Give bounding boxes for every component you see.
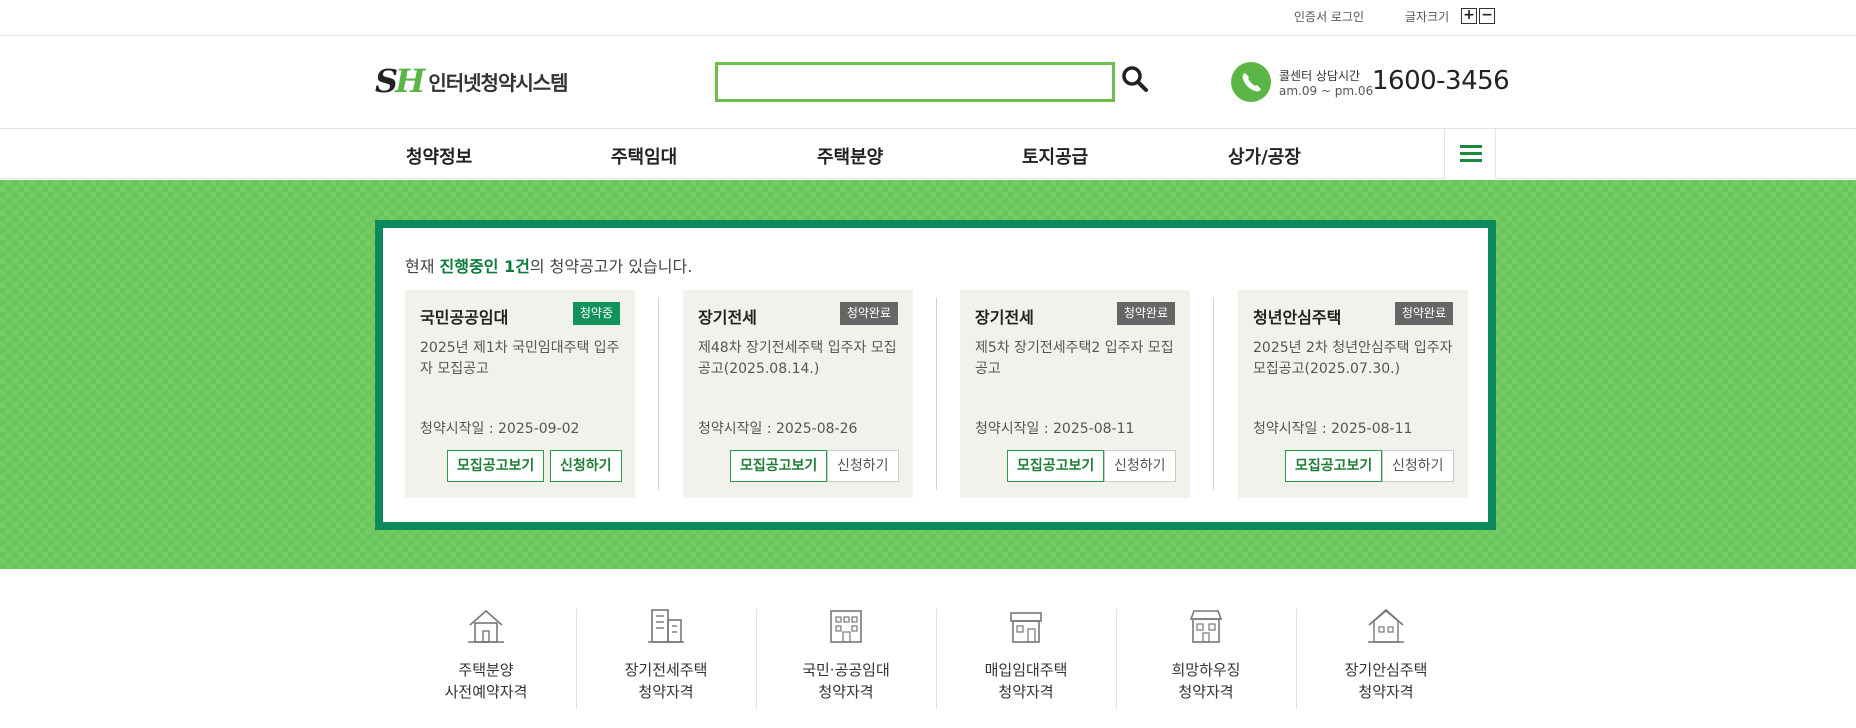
qual-subtitle: 청약자격 [1358, 683, 1414, 701]
card-start-date: 청약시작일 : 2025-08-11 [975, 421, 1135, 437]
nav-item-housing-sale[interactable]: 주택분양 [817, 143, 883, 169]
qual-title: 매입임대주택 [984, 661, 1068, 679]
card-divider [936, 298, 937, 490]
qual-title: 국민·공공임대 [802, 661, 890, 679]
nav-item-housing-rental[interactable]: 주택임대 [611, 143, 677, 169]
notice-count-highlight: 진행중인 1건 [439, 257, 530, 276]
notice-summary: 현재 진행중인 1건의 청약공고가 있습니다. [405, 257, 693, 276]
card-title[interactable]: 2025년 제1차 국민임대주택 입주자 모집공고 [420, 338, 625, 380]
apply-button[interactable]: 신청하기 [1104, 450, 1176, 482]
card-start-date: 청약시작일 : 2025-08-26 [698, 421, 858, 437]
status-badge: 청약중 [572, 302, 620, 325]
qual-title: 희망하우징 [1171, 661, 1241, 679]
status-badge: 청약완료 [1394, 302, 1453, 325]
qual-link-housing-sale[interactable]: 주택분양 사전예약자격 [396, 607, 576, 703]
card-category: 국민공공임대 [420, 308, 509, 327]
view-notice-button[interactable]: 모집공고보기 [1007, 450, 1105, 482]
apartment-buildings-icon [648, 609, 684, 643]
home-icon [1368, 608, 1404, 643]
card-start-date: 청약시작일 : 2025-08-11 [1253, 421, 1413, 437]
cert-login-link[interactable]: 인증서 로그인 [1294, 8, 1364, 25]
qual-title: 장기전세주택 [624, 661, 708, 679]
qual-subtitle: 청약자격 [1178, 683, 1234, 701]
qual-link-hope-housing[interactable]: 희망하우징 청약자격 [1116, 607, 1296, 703]
notice-card: 장기전세 청약완료 제48차 장기전세주택 입주자 모집공고(2025.08.1… [683, 290, 913, 498]
site-logo[interactable]: SH 인터넷청약시스템 [375, 62, 569, 100]
view-notice-button[interactable]: 모집공고보기 [447, 450, 545, 482]
apply-button[interactable]: 신청하기 [827, 450, 899, 482]
qual-link-long-term-safe[interactable]: 장기안심주택 청약자격 [1296, 607, 1476, 703]
office-building-icon [830, 610, 862, 643]
nav-item-subscription-info[interactable]: 청약정보 [406, 143, 472, 169]
card-category: 장기전세 [975, 308, 1034, 327]
qual-title: 주택분양 [458, 661, 514, 679]
townhouse-icon [1010, 612, 1042, 643]
card-title[interactable]: 제5차 장기전세주택2 입주자 모집 공고 [975, 338, 1180, 380]
apply-button[interactable]: 신청하기 [1382, 450, 1454, 482]
qualification-links: 주택분양 사전예약자격 장기전세주택 청약자격 국민·공공임대 청약자격 매입임… [0, 569, 1856, 728]
qual-link-public-rental[interactable]: 국민·공공임대 청약자격 [756, 607, 936, 703]
sh-logo-mark: SH [375, 62, 425, 100]
top-utility-bar: 인증서 로그인 글자크기 + − [0, 0, 1856, 36]
qual-subtitle: 청약자격 [638, 683, 694, 701]
notice-card: 국민공공임대 청약중 2025년 제1차 국민임대주택 입주자 모집공고 청약시… [405, 290, 635, 498]
card-category: 청년안심주택 [1253, 308, 1342, 327]
main-navigation: 청약정보 주택임대 주택분양 토지공급 상가/공장 [0, 129, 1856, 179]
qual-subtitle: 청약자격 [998, 683, 1054, 701]
qual-subtitle: 사전예약자격 [444, 683, 528, 701]
notice-card: 청년안심주택 청약완료 2025년 2차 청년안심주택 입주자 모집공고(202… [1238, 290, 1468, 498]
card-divider [658, 298, 659, 490]
qual-title: 장기안심주택 [1344, 661, 1428, 679]
status-badge: 청약완료 [1116, 302, 1175, 325]
callcenter-title: 콜센터 상담시간 [1279, 69, 1361, 83]
callcenter-phone: 1600-3456 [1372, 66, 1510, 96]
qual-link-purchase-rental[interactable]: 매입임대주택 청약자격 [936, 607, 1116, 703]
view-notice-button[interactable]: 모집공고보기 [730, 450, 828, 482]
font-decrease-button[interactable]: − [1479, 8, 1495, 24]
notice-panel: 현재 진행중인 1건의 청약공고가 있습니다. 국민공공임대 청약중 2025년… [375, 220, 1496, 530]
card-category: 장기전세 [698, 308, 757, 327]
search-input[interactable] [715, 62, 1115, 102]
status-badge: 청약완료 [839, 302, 898, 325]
font-size-label: 글자크기 [1405, 10, 1450, 24]
qual-subtitle: 청약자격 [818, 683, 874, 701]
phone-icon [1231, 62, 1271, 102]
font-increase-button[interactable]: + [1461, 8, 1477, 24]
house-icon [468, 609, 504, 643]
notice-card: 장기전세 청약완료 제5차 장기전세주택2 입주자 모집 공고 청약시작일 : … [960, 290, 1190, 498]
callcenter-hours: am.09 ~ pm.06 [1279, 84, 1374, 98]
shop-building-icon [1189, 610, 1223, 643]
nav-item-commercial-factory[interactable]: 상가/공장 [1228, 143, 1301, 169]
apply-button[interactable]: 신청하기 [550, 450, 622, 482]
site-header: SH 인터넷청약시스템 콜센터 상담시간 am.09 ~ pm.06 1600-… [0, 36, 1856, 129]
card-start-date: 청약시작일 : 2025-09-02 [420, 421, 580, 437]
card-divider [1213, 298, 1214, 490]
nav-item-land-supply[interactable]: 토지공급 [1022, 143, 1088, 169]
menu-icon[interactable] [1444, 129, 1496, 179]
site-name: 인터넷청약시스템 [428, 70, 568, 95]
view-notice-button[interactable]: 모집공고보기 [1285, 450, 1383, 482]
hero-banner: 현재 진행중인 1건의 청약공고가 있습니다. 국민공공임대 청약중 2025년… [0, 180, 1856, 569]
card-title[interactable]: 2025년 2차 청년안심주택 입주자 모집공고(2025.07.30.) [1253, 338, 1458, 380]
qual-link-long-term-jeonse[interactable]: 장기전세주택 청약자격 [576, 607, 756, 703]
card-title[interactable]: 제48차 장기전세주택 입주자 모집공고(2025.08.14.) [698, 338, 903, 380]
